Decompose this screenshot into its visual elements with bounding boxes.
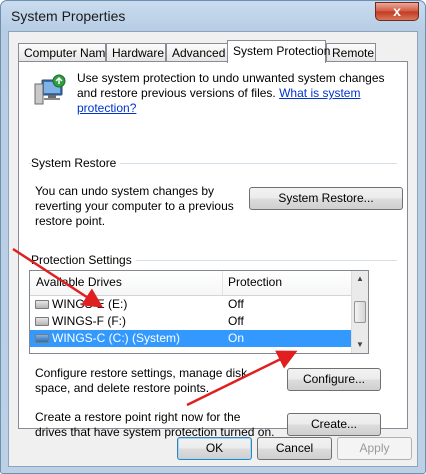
- tab-hardware[interactable]: Hardware: [106, 43, 166, 62]
- drives-list-header: Available Drives Protection: [30, 271, 352, 296]
- cancel-button[interactable]: Cancel: [257, 437, 332, 460]
- create-button[interactable]: Create...: [287, 413, 381, 436]
- tab-system-protection[interactable]: System Protection: [227, 40, 330, 63]
- system-properties-window: System Properties x Computer Name Hardwa…: [0, 0, 426, 474]
- create-description: Create a restore point right now for the…: [35, 410, 275, 439]
- system-drive-icon: [35, 334, 49, 343]
- column-divider: [222, 271, 223, 295]
- ok-button[interactable]: OK: [177, 437, 252, 460]
- column-protection[interactable]: Protection: [228, 275, 282, 289]
- configure-description: Configure restore settings, manage disk …: [35, 366, 248, 395]
- drive-row-wings-f[interactable]: WINGS-F (F:) Off: [30, 313, 352, 330]
- drive-icon: [35, 300, 49, 309]
- system-restore-button[interactable]: System Restore...: [249, 187, 403, 210]
- drive-row-wings-c[interactable]: WINGS-C (C:) (System) On: [30, 330, 352, 347]
- system-restore-description: You can undo system changes by reverting…: [35, 184, 234, 228]
- tab-computer-name[interactable]: Computer Name: [18, 43, 112, 62]
- drive-name: WINGS-E (E:): [52, 297, 128, 311]
- window-title: System Properties: [11, 8, 126, 24]
- column-available-drives[interactable]: Available Drives: [36, 275, 122, 289]
- system-protection-page: Use system protection to undo unwanted s…: [18, 61, 408, 439]
- scroll-up-arrow-icon[interactable]: ▲: [352, 271, 368, 287]
- drive-name: WINGS-F (F:): [52, 314, 126, 328]
- title-bar[interactable]: System Properties x: [1, 1, 425, 31]
- system-restore-heading: System Restore: [31, 156, 121, 170]
- drive-row-wings-e[interactable]: WINGS-E (E:) Off: [30, 296, 352, 313]
- dialog-client-area: Computer Name Hardware Advanced System P…: [8, 31, 418, 467]
- apply-button[interactable]: Apply: [337, 437, 412, 460]
- drive-icon: [35, 317, 49, 326]
- scrollbar-thumb[interactable]: [354, 301, 366, 323]
- scroll-down-arrow-icon[interactable]: ▼: [352, 337, 368, 353]
- tab-remote[interactable]: Remote: [326, 43, 376, 62]
- drive-protection-status: Off: [228, 314, 244, 328]
- tab-advanced[interactable]: Advanced: [166, 43, 229, 62]
- drives-list[interactable]: Available Drives Protection WINGS-E (E:)…: [29, 270, 369, 354]
- drives-list-scrollbar[interactable]: ▲ ▼: [351, 271, 368, 353]
- system-protection-icon: [34, 74, 66, 105]
- configure-button[interactable]: Configure...: [287, 368, 381, 391]
- drive-name: WINGS-C (C:) (System): [52, 331, 180, 345]
- close-icon: x: [393, 3, 401, 19]
- close-button[interactable]: x: [375, 2, 419, 21]
- protection-settings-heading: Protection Settings: [31, 253, 136, 267]
- intro-text: Use system protection to undo unwanted s…: [77, 71, 385, 115]
- drive-protection-status: On: [228, 331, 245, 345]
- drive-protection-status: Off: [228, 297, 244, 311]
